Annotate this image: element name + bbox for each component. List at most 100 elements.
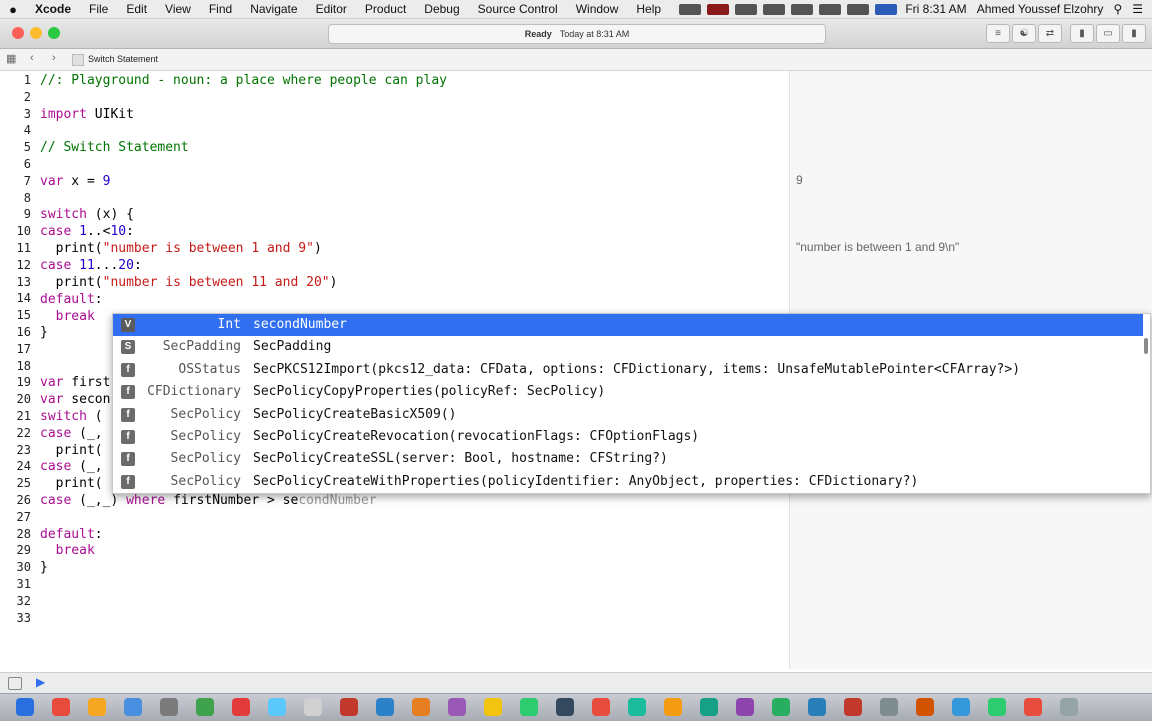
dock-app-icon[interactable] <box>124 698 142 716</box>
completion-item[interactable]: V Int secondNumber <box>113 314 1143 336</box>
dock-app-icon[interactable] <box>196 698 214 716</box>
time-machine-icon[interactable] <box>791 3 814 15</box>
apple-menu-icon[interactable]: ● <box>0 2 26 17</box>
back-icon[interactable]: ‹ <box>30 52 34 64</box>
dock-app-icon[interactable] <box>1024 698 1042 716</box>
menu-debug[interactable]: Debug <box>415 2 468 16</box>
line-number: 17 <box>16 341 31 356</box>
dock-app-icon[interactable] <box>160 698 178 716</box>
dock-app-icon[interactable] <box>232 698 250 716</box>
completion-scrollbar[interactable] <box>1144 338 1148 354</box>
dock-app-icon[interactable] <box>484 698 502 716</box>
dock-app-icon[interactable] <box>808 698 826 716</box>
code-line-10: case 1..<10: <box>40 223 134 240</box>
completion-item[interactable]: f SecPolicy SecPolicyCreateWithProperties(… <box>113 471 1143 493</box>
volume-icon[interactable] <box>847 3 870 15</box>
code-completion-popup[interactable]: V Int secondNumber S SecPadding SecPadding f OS… <box>112 313 1151 494</box>
completion-item[interactable]: f OSStatus SecPKCS12Import(pkcs12_data: CF… <box>113 359 1143 381</box>
dock-app-icon[interactable] <box>664 698 682 716</box>
dock-app-icon[interactable] <box>880 698 898 716</box>
completion-kind-icon: f <box>121 452 135 467</box>
completion-item[interactable]: f SecPolicy SecPolicyCreateRevocation(revo… <box>113 426 1143 448</box>
menu-editor[interactable]: Editor <box>307 2 356 16</box>
code-editor[interactable]: 1 2 3 4 5 6 7 8 9 10 11 12 13 14 15 16 17 18 19 20 21 22 23 24 2… <box>0 71 1152 669</box>
dock-app-icon[interactable] <box>16 698 34 716</box>
forward-icon[interactable]: › <box>52 52 56 64</box>
dock-app-icon[interactable] <box>556 698 574 716</box>
dock-app-icon[interactable] <box>448 698 466 716</box>
breadcrumb[interactable]: Switch Statement <box>88 54 158 64</box>
run-playground-icon[interactable]: ▶ <box>36 675 45 689</box>
code-text: (_, <box>71 459 103 474</box>
keyword: switch <box>40 409 87 424</box>
minimize-window-button[interactable] <box>30 27 42 39</box>
dock-app-icon[interactable] <box>304 698 322 716</box>
menu-help[interactable]: Help <box>627 2 670 16</box>
result-line-11[interactable]: "number is between 1 and 9\n" <box>796 239 959 256</box>
dock-app-icon[interactable] <box>772 698 790 716</box>
dock-app-icon[interactable] <box>340 698 358 716</box>
spotlight-search-icon[interactable]: ⚲ <box>1108 2 1127 16</box>
dock-app-icon[interactable] <box>700 698 718 716</box>
dock-app-icon[interactable] <box>520 698 538 716</box>
dock-app-icon[interactable] <box>52 698 70 716</box>
line-number: 21 <box>16 409 31 423</box>
related-items-icon[interactable]: ▦ <box>6 52 16 65</box>
line-number: 15 <box>16 308 31 323</box>
dock-app-icon[interactable] <box>592 698 610 716</box>
number-literal: 1 <box>79 224 87 239</box>
keyword: case <box>40 459 72 474</box>
flag-icon[interactable] <box>875 3 898 15</box>
dock-app-icon[interactable] <box>88 698 106 716</box>
dock-app-icon[interactable] <box>844 698 862 716</box>
menu-source-control[interactable]: Source Control <box>469 2 567 16</box>
completion-item[interactable]: f SecPolicy SecPolicyCreateBasicX509() <box>113 404 1143 426</box>
menu-xcode[interactable]: Xcode <box>26 2 80 16</box>
close-window-button[interactable] <box>12 27 24 39</box>
menu-window[interactable]: Window <box>567 2 628 16</box>
version-editor-button[interactable]: ⇄ <box>1038 24 1062 43</box>
navigator-toggle-button[interactable]: ▮ <box>1070 24 1094 43</box>
menu-file[interactable]: File <box>80 2 117 16</box>
notification-center-icon[interactable]: ☰ <box>1127 2 1148 16</box>
dock-app-icon[interactable] <box>376 698 394 716</box>
line-number-gutter: 1 2 3 4 5 6 7 8 9 10 11 12 13 14 15 16 17 18 19 20 21 22 23 24 2… <box>0 71 34 669</box>
assistant-editor-button[interactable]: ☯ <box>1012 24 1036 43</box>
activity-view: Ready Today at 8:31 AM <box>328 24 826 44</box>
menu-view[interactable]: View <box>156 2 200 16</box>
menu-product[interactable]: Product <box>356 2 415 16</box>
clock[interactable]: Fri 8:31 AM <box>900 2 971 16</box>
dock-app-icon[interactable] <box>1060 698 1078 716</box>
dock-app-icon[interactable] <box>268 698 286 716</box>
dock-app-icon[interactable] <box>736 698 754 716</box>
completion-item[interactable]: f CFDictionary SecPolicyCopyProperties(pol… <box>113 381 1143 403</box>
result-line-7[interactable]: 9 <box>796 172 803 189</box>
line-number: 31 <box>16 577 31 591</box>
dock-app-icon[interactable] <box>628 698 646 716</box>
dropbox-icon[interactable] <box>735 3 758 15</box>
code-line-12: case 11...20: <box>40 257 142 274</box>
dock-app-icon[interactable] <box>916 698 934 716</box>
completion-kind-icon: f <box>121 362 135 377</box>
user-name[interactable]: Ahmed Youssef Elzohry <box>972 2 1109 16</box>
gamepad-icon[interactable] <box>679 3 702 15</box>
debug-area-toggle-icon[interactable] <box>8 677 22 690</box>
menu-navigate[interactable]: Navigate <box>241 2 306 16</box>
completion-item[interactable]: f SecPolicy SecPolicyCreateSSL(server: Boo… <box>113 448 1143 470</box>
code-text: print( <box>40 241 103 256</box>
menu-edit[interactable]: Edit <box>117 2 156 16</box>
utilities-toggle-button[interactable]: ▮ <box>1122 24 1146 43</box>
dock-app-icon[interactable] <box>952 698 970 716</box>
dock-app-icon[interactable] <box>988 698 1006 716</box>
menu-find[interactable]: Find <box>200 2 241 16</box>
code-line-5: // Switch Statement <box>40 140 189 155</box>
completion-item[interactable]: S SecPadding SecPadding <box>113 336 1143 358</box>
completion-signature: SecPadding <box>253 339 332 355</box>
stop-icon[interactable] <box>707 3 730 15</box>
wifi-icon[interactable] <box>819 3 842 15</box>
debug-area-toggle-button[interactable]: ▭ <box>1096 24 1120 43</box>
zoom-window-button[interactable] <box>48 27 60 39</box>
standard-editor-button[interactable]: ≡ <box>986 24 1010 43</box>
dock-app-icon[interactable] <box>412 698 430 716</box>
gear-icon[interactable] <box>763 3 786 15</box>
